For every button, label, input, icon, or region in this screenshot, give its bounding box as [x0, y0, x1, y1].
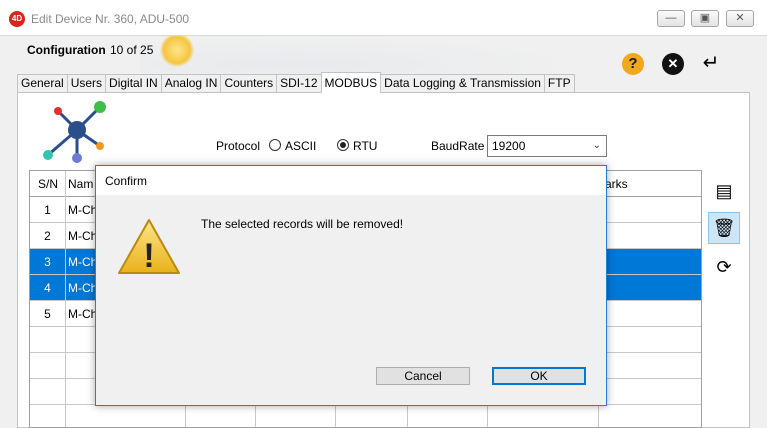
row-sn: 2: [44, 229, 51, 243]
row-name: M-Ch: [68, 229, 98, 243]
dialog-titlebar[interactable]: Confirm: [96, 166, 606, 195]
protocol-label: Protocol: [216, 139, 261, 153]
ok-button[interactable]: OK: [492, 367, 586, 385]
chevron-down-icon: ⌄: [592, 140, 601, 151]
window-close-button[interactable]: ✕: [726, 10, 754, 27]
rtu-radio-label[interactable]: RTU: [353, 139, 377, 153]
window-titlebar[interactable]: 4D Edit Device Nr. 360, ADU-500 — ▣ ✕: [0, 0, 767, 36]
tab-ftp[interactable]: FTP: [543, 74, 575, 93]
tab-analog-in[interactable]: Analog IN: [160, 74, 222, 93]
row-sn: 1: [44, 203, 51, 217]
ascii-radio-label[interactable]: ASCII: [285, 139, 316, 153]
column-remarks[interactable]: arks: [605, 177, 628, 191]
cancel-button[interactable]: Cancel: [376, 367, 470, 385]
tab-bar: General Users Digital IN Analog IN Count…: [17, 72, 575, 93]
cancel-circle-icon[interactable]: ✕: [662, 53, 684, 75]
tab-sdi-12[interactable]: SDI-12: [276, 74, 322, 93]
row-name: M-Ch: [68, 203, 98, 217]
row-sn: 4: [44, 281, 51, 295]
baudrate-value: 19200: [492, 139, 526, 153]
rtu-radio[interactable]: [337, 139, 349, 151]
add-record-button[interactable]: ▤: [708, 176, 740, 208]
tab-general[interactable]: General: [17, 74, 68, 93]
minimize-button[interactable]: —: [657, 10, 685, 27]
add-list-icon: ▤: [715, 181, 733, 201]
configuration-label: Configuration: [27, 43, 106, 57]
ascii-radio[interactable]: [269, 139, 281, 151]
cloud-banner: [140, 36, 640, 75]
tab-counters[interactable]: Counters: [220, 74, 278, 93]
warning-icon: !: [118, 219, 180, 275]
trash-icon: 🗑: [712, 218, 736, 238]
confirm-dialog: Confirm ! The selected records will be r…: [95, 165, 607, 406]
dialog-title: Confirm: [105, 174, 148, 188]
baudrate-label: BaudRate: [431, 139, 485, 153]
baudrate-select[interactable]: 19200 ⌄: [487, 135, 607, 157]
network-logo-icon: [43, 101, 106, 163]
radio-selected-dot: [340, 142, 346, 148]
row-name: M-Ch: [68, 281, 98, 295]
app-logo: 4D: [9, 11, 25, 27]
row-sn: 5: [44, 307, 51, 321]
refresh-icon: ⟳: [716, 257, 732, 277]
row-sn: 3: [44, 255, 51, 269]
refresh-button[interactable]: ⟳: [708, 252, 740, 284]
window-title: Edit Device Nr. 360, ADU-500: [31, 12, 190, 26]
warning-glyph: !: [143, 237, 154, 275]
tab-digital-in[interactable]: Digital IN: [105, 74, 162, 93]
tab-modbus[interactable]: MODBUS: [320, 72, 382, 93]
tab-users[interactable]: Users: [66, 74, 107, 93]
delete-record-button[interactable]: 🗑: [708, 212, 740, 244]
dialog-message: The selected records will be removed!: [201, 217, 404, 231]
tab-data-logging[interactable]: Data Logging & Transmission: [380, 74, 545, 93]
column-name[interactable]: Nam: [68, 177, 93, 191]
help-icon[interactable]: ?: [622, 53, 644, 75]
config-header: Configuration 10 of 25 ? ✕ ↵: [0, 36, 767, 75]
enter-icon[interactable]: ↵: [700, 52, 722, 74]
column-divider: [65, 171, 66, 427]
row-name: M-Ch: [68, 307, 98, 321]
row-name: M-Ch: [68, 255, 98, 269]
column-sn[interactable]: S/N: [38, 177, 58, 191]
configuration-count: 10 of 25: [110, 43, 154, 57]
maximize-button[interactable]: ▣: [691, 10, 719, 27]
